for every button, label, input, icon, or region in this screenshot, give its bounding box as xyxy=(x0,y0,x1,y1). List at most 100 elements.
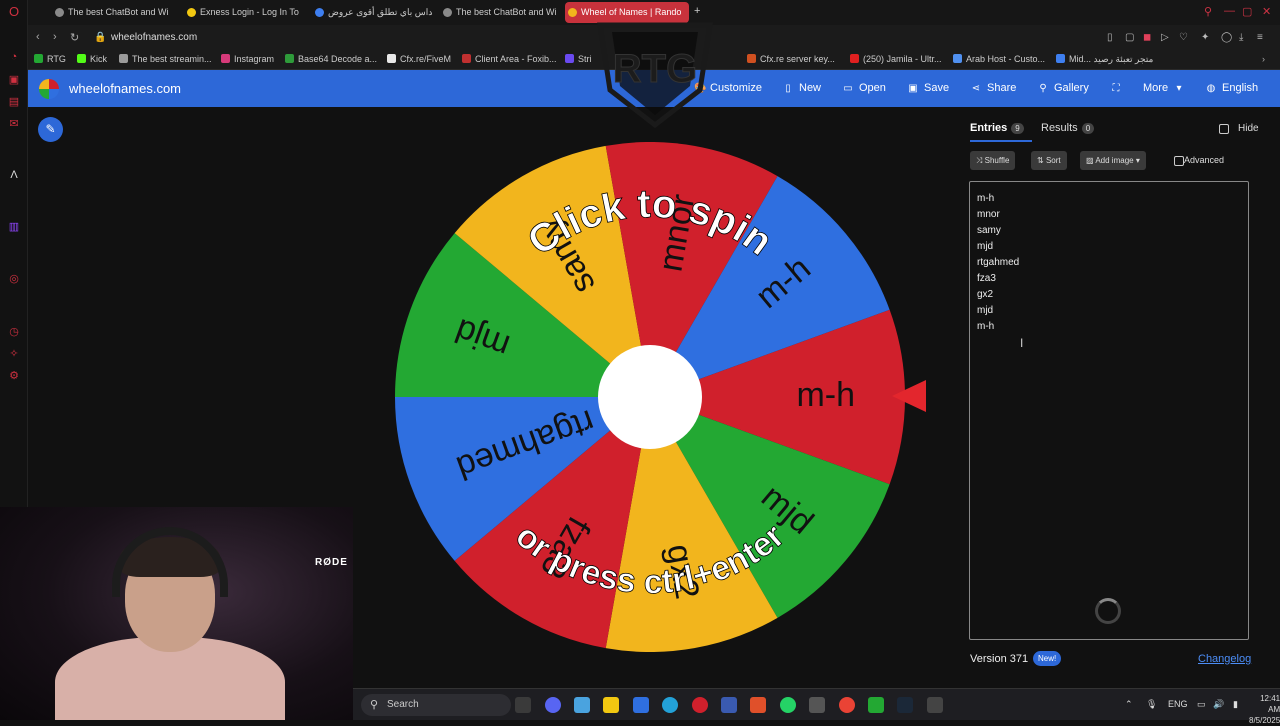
settings-gear-icon[interactable]: ⚙ xyxy=(7,369,21,383)
site-title[interactable]: wheelofnames.com xyxy=(69,81,181,96)
forward-icon[interactable]: › xyxy=(53,31,57,43)
chrome-icon[interactable] xyxy=(839,697,855,713)
steam-icon[interactable] xyxy=(897,697,913,713)
tab-entries[interactable]: Entries 9 xyxy=(970,122,1024,134)
bookmark-label: Cfx.re/FiveM xyxy=(400,54,452,64)
tab-results[interactable]: Results 0 xyxy=(1041,122,1095,134)
bookmark-jamila[interactable]: (250) Jamila - Ultr... xyxy=(850,54,942,64)
heart-icon[interactable]: ♡ xyxy=(1179,32,1188,43)
bookmark-midas[interactable]: Mid... متجر تعبئة رصيد xyxy=(1056,54,1153,65)
hide-checkbox[interactable] xyxy=(1219,124,1229,134)
save-button[interactable]: ▣ Save xyxy=(908,82,949,94)
tab-title: Exness Login - Log In To xyxy=(200,7,299,17)
opera-icon[interactable] xyxy=(692,697,708,713)
vpn-icon[interactable]: ◼ xyxy=(1143,32,1151,43)
entry-line: gx2 xyxy=(977,289,994,300)
speed-dial-icon[interactable]: ◔ xyxy=(7,50,21,64)
app-icon[interactable] xyxy=(809,697,825,713)
back-icon[interactable]: ‹ xyxy=(36,31,40,43)
download-icon[interactable]: ⤓ xyxy=(1239,32,1243,43)
whatsapp-icon[interactable] xyxy=(780,697,796,713)
more-button[interactable]: More ▾ xyxy=(1143,82,1184,94)
bookmark-stri[interactable]: Stri xyxy=(565,54,592,64)
wheel-svg[interactable]: m-hmjdgx2fza3rtgahmedmjdsamy mnorm-h Clic… xyxy=(395,142,905,652)
fullscreen-button[interactable]: ⛶ xyxy=(1111,82,1127,94)
player-play-icon[interactable]: ▷ xyxy=(1161,32,1169,43)
language-indicator[interactable]: ENG xyxy=(1168,699,1188,709)
open-button[interactable]: ▭ Open xyxy=(843,82,886,94)
bookmark-instagram[interactable]: Instagram xyxy=(221,54,274,64)
bookmarks-more-icon[interactable]: › xyxy=(1262,54,1265,64)
search-tabs-icon[interactable]: ⚲ xyxy=(1204,5,1212,18)
shuffle-button[interactable]: ⤨ Shuffle xyxy=(970,151,1016,170)
advanced-checkbox[interactable] xyxy=(1174,156,1184,166)
tray-chevron-icon[interactable]: ⌃ xyxy=(1125,699,1133,710)
gamepad-icon[interactable]: ▤ xyxy=(7,95,21,109)
bookmark-kick[interactable]: Kick xyxy=(77,54,107,64)
display-icon[interactable]: ▭ xyxy=(1197,699,1206,710)
tab-chatbot-1[interactable]: The best ChatBot and Wi xyxy=(52,2,172,23)
mail-icon[interactable]: ✉ xyxy=(7,117,21,131)
snapshot-icon[interactable]: ▢ xyxy=(1125,32,1134,43)
entries-textarea[interactable]: m-h mnor samy mjd rtgahmed fza3 gx2 mjd … xyxy=(969,181,1249,640)
bookmark-cfx-server[interactable]: Cfx.re server key... xyxy=(747,54,835,64)
profile-icon[interactable]: ◯ xyxy=(1221,32,1232,43)
bookmark-favicon xyxy=(221,54,230,63)
extension-icon[interactable]: ✦ xyxy=(1201,32,1209,43)
edit-pencil-icon[interactable]: ✎ xyxy=(38,117,63,142)
reload-icon[interactable]: ↻ xyxy=(70,31,79,44)
bag-icon[interactable]: ▣ xyxy=(7,73,21,87)
extensions-icon[interactable]: ✧ xyxy=(7,347,21,361)
bookmark-base64[interactable]: Base64 Decode a... xyxy=(285,54,377,64)
sort-button[interactable]: ⇅ Sort xyxy=(1031,151,1067,170)
mic-icon[interactable]: 🎙 xyxy=(1146,699,1157,710)
bookmark-arabhost[interactable]: Arab Host - Custo... xyxy=(953,54,1045,64)
vs-icon[interactable] xyxy=(721,697,737,713)
twitch-icon[interactable]: ▥ xyxy=(7,220,21,234)
player-icon[interactable]: ◎ xyxy=(7,272,21,286)
taskbar-search[interactable]: ⚲ Search xyxy=(361,694,511,716)
tab-midas[interactable]: ميداس باي تطلق أقوى عروض xyxy=(312,2,432,23)
tab-title: The best ChatBot and Wi xyxy=(456,7,557,17)
tab-entries-label: Entries xyxy=(970,122,1008,134)
changelog-link[interactable]: Changelog xyxy=(1198,653,1251,665)
opera-logo-icon[interactable]: O xyxy=(7,5,21,19)
close-icon[interactable]: ✕ xyxy=(1262,5,1271,18)
maximize-icon[interactable]: ▢ xyxy=(1242,5,1252,18)
share-button[interactable]: ⋖ Share xyxy=(971,82,1017,94)
copilot-icon[interactable] xyxy=(574,697,590,713)
url-field[interactable]: wheelofnames.com xyxy=(111,32,197,43)
aria-icon[interactable]: Ʌ xyxy=(7,168,21,182)
edge-icon[interactable] xyxy=(662,697,678,713)
new-tab-plus-icon[interactable]: + xyxy=(694,5,700,17)
bookmark-icon[interactable]: ▯ xyxy=(1107,32,1113,43)
tab-exness[interactable]: Exness Login - Log In To xyxy=(184,2,302,23)
wheel[interactable]: m-h mjd gx2 fza3 rtgahmed mjd samy mnor m-h Clic… xyxy=(395,142,905,652)
history-icon[interactable]: ◷ xyxy=(7,325,21,339)
bookmark-rtg[interactable]: RTG xyxy=(34,54,66,64)
brave-icon[interactable] xyxy=(750,697,766,713)
language-button[interactable]: ◍ English xyxy=(1206,82,1258,94)
wheel-logo-icon[interactable] xyxy=(39,79,59,99)
speaker-icon[interactable]: 🔊 xyxy=(1213,699,1224,710)
bookmark-streaming[interactable]: The best streamin... xyxy=(119,54,212,64)
store-icon[interactable] xyxy=(633,697,649,713)
file-explorer-icon[interactable] xyxy=(603,697,619,713)
clock[interactable]: 12:41 AM 8/5/2025 xyxy=(1249,693,1280,726)
new-button[interactable]: ▯ New xyxy=(783,82,821,94)
tab-chatbot-2[interactable]: The best ChatBot and Wi xyxy=(440,2,560,23)
bookmark-cfx[interactable]: Cfx.re/FiveM xyxy=(387,54,451,64)
bookmark-foxib[interactable]: Client Area - Foxib... xyxy=(462,54,557,64)
minimize-icon[interactable]: — xyxy=(1224,5,1235,17)
bookmark-favicon xyxy=(285,54,294,63)
battery-icon[interactable]: ▮ xyxy=(1233,699,1238,710)
discord-icon[interactable] xyxy=(545,697,561,713)
greenapp-icon[interactable] xyxy=(868,697,884,713)
bookmark-label: RTG xyxy=(47,54,66,64)
menu-icon[interactable]: ≡ xyxy=(1257,32,1263,43)
task-view-icon[interactable] xyxy=(515,697,531,713)
add-image-button[interactable]: ▨ Add image ▾ xyxy=(1080,151,1146,170)
obs-icon[interactable] xyxy=(927,697,943,713)
gallery-button[interactable]: ⚲ Gallery xyxy=(1038,82,1089,94)
wheel-center-hub[interactable] xyxy=(598,345,702,449)
